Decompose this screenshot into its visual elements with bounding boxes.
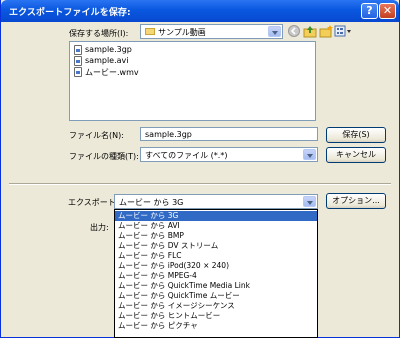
save-button[interactable]: 保存(S) (326, 127, 386, 143)
help-button[interactable]: ? (361, 3, 378, 19)
dropdown-option[interactable]: ムービー から MPEG-4 (115, 271, 317, 281)
chevron-down-icon[interactable] (303, 149, 316, 160)
new-folder-icon[interactable] (319, 24, 333, 38)
back-icon[interactable] (287, 24, 301, 38)
dropdown-option[interactable]: ムービー から AVI (115, 221, 317, 231)
filename-field[interactable]: sample.3gp (140, 127, 318, 141)
location-select[interactable]: サンプル動画 (140, 24, 283, 39)
separator (9, 183, 391, 185)
folder-icon (145, 28, 155, 35)
file-name: ムービー.wmv (85, 68, 139, 77)
help-icon: ? (366, 4, 373, 17)
movie-file-icon (74, 56, 82, 66)
dropdown-option[interactable]: ムービー から QuickTime ムービー (115, 291, 317, 301)
filetype-select[interactable]: すべてのファイル (*.*) (140, 147, 318, 162)
filetype-label: ファイルの種類(T): (69, 152, 139, 161)
dropdown-option[interactable]: ムービー から BMP (115, 231, 317, 241)
file-list[interactable]: sample.3gp sample.avi ムービー.wmv (69, 41, 316, 121)
dropdown-option[interactable]: ムービー から FLC (115, 251, 317, 261)
view-menu-icon[interactable] (334, 24, 352, 38)
file-name: sample.3gp (85, 45, 132, 54)
file-name: sample.avi (85, 56, 129, 65)
cancel-button[interactable]: キャンセル (326, 147, 386, 163)
dropdown-option[interactable]: ムービー から iPod(320 × 240) (115, 261, 317, 271)
close-icon: ✕ (382, 4, 393, 17)
dropdown-option[interactable]: ムービー から ヒントムービー (115, 311, 317, 321)
export-value: ムービー から 3G (119, 198, 184, 207)
chevron-down-icon[interactable] (268, 26, 281, 37)
movie-file-icon (74, 67, 82, 77)
dialog-title: エクスポートファイルを保存: (9, 8, 131, 18)
location-label: 保存する場所(I): (69, 29, 129, 38)
up-folder-icon[interactable] (303, 24, 317, 38)
dropdown-option[interactable]: ムービー から QuickTime Media Link (115, 281, 317, 291)
export-dropdown-list[interactable]: ムービー から 3G ムービー から AVI ムービー から BMP ムービー … (114, 209, 318, 338)
filename-label: ファイル名(N): (69, 131, 124, 140)
filetype-value: すべてのファイル (*.*) (145, 151, 228, 160)
export-label: エクスポート: (68, 198, 119, 207)
dropdown-option[interactable]: ムービー から イメージシーケンス (115, 301, 317, 311)
title-bar[interactable]: エクスポートファイルを保存: ? ✕ (1, 0, 399, 22)
location-value: サンプル動画 (158, 28, 206, 37)
save-dialog: エクスポートファイルを保存: ? ✕ 保存する場所(I): サンプル動画 sam… (0, 0, 400, 338)
options-button[interactable]: オプション... (326, 193, 386, 209)
export-select[interactable]: ムービー から 3G (114, 194, 318, 209)
dropdown-option[interactable]: ムービー から 3G (115, 211, 317, 221)
close-button[interactable]: ✕ (379, 3, 396, 19)
dropdown-option[interactable]: ムービー から DV ストリーム (115, 241, 317, 251)
dropdown-option[interactable]: ムービー から ピクチャ (115, 321, 317, 331)
chevron-down-icon[interactable] (303, 196, 316, 207)
filename-value: sample.3gp (145, 130, 192, 139)
movie-file-icon (74, 45, 82, 55)
output-label: 出力: (90, 223, 109, 232)
